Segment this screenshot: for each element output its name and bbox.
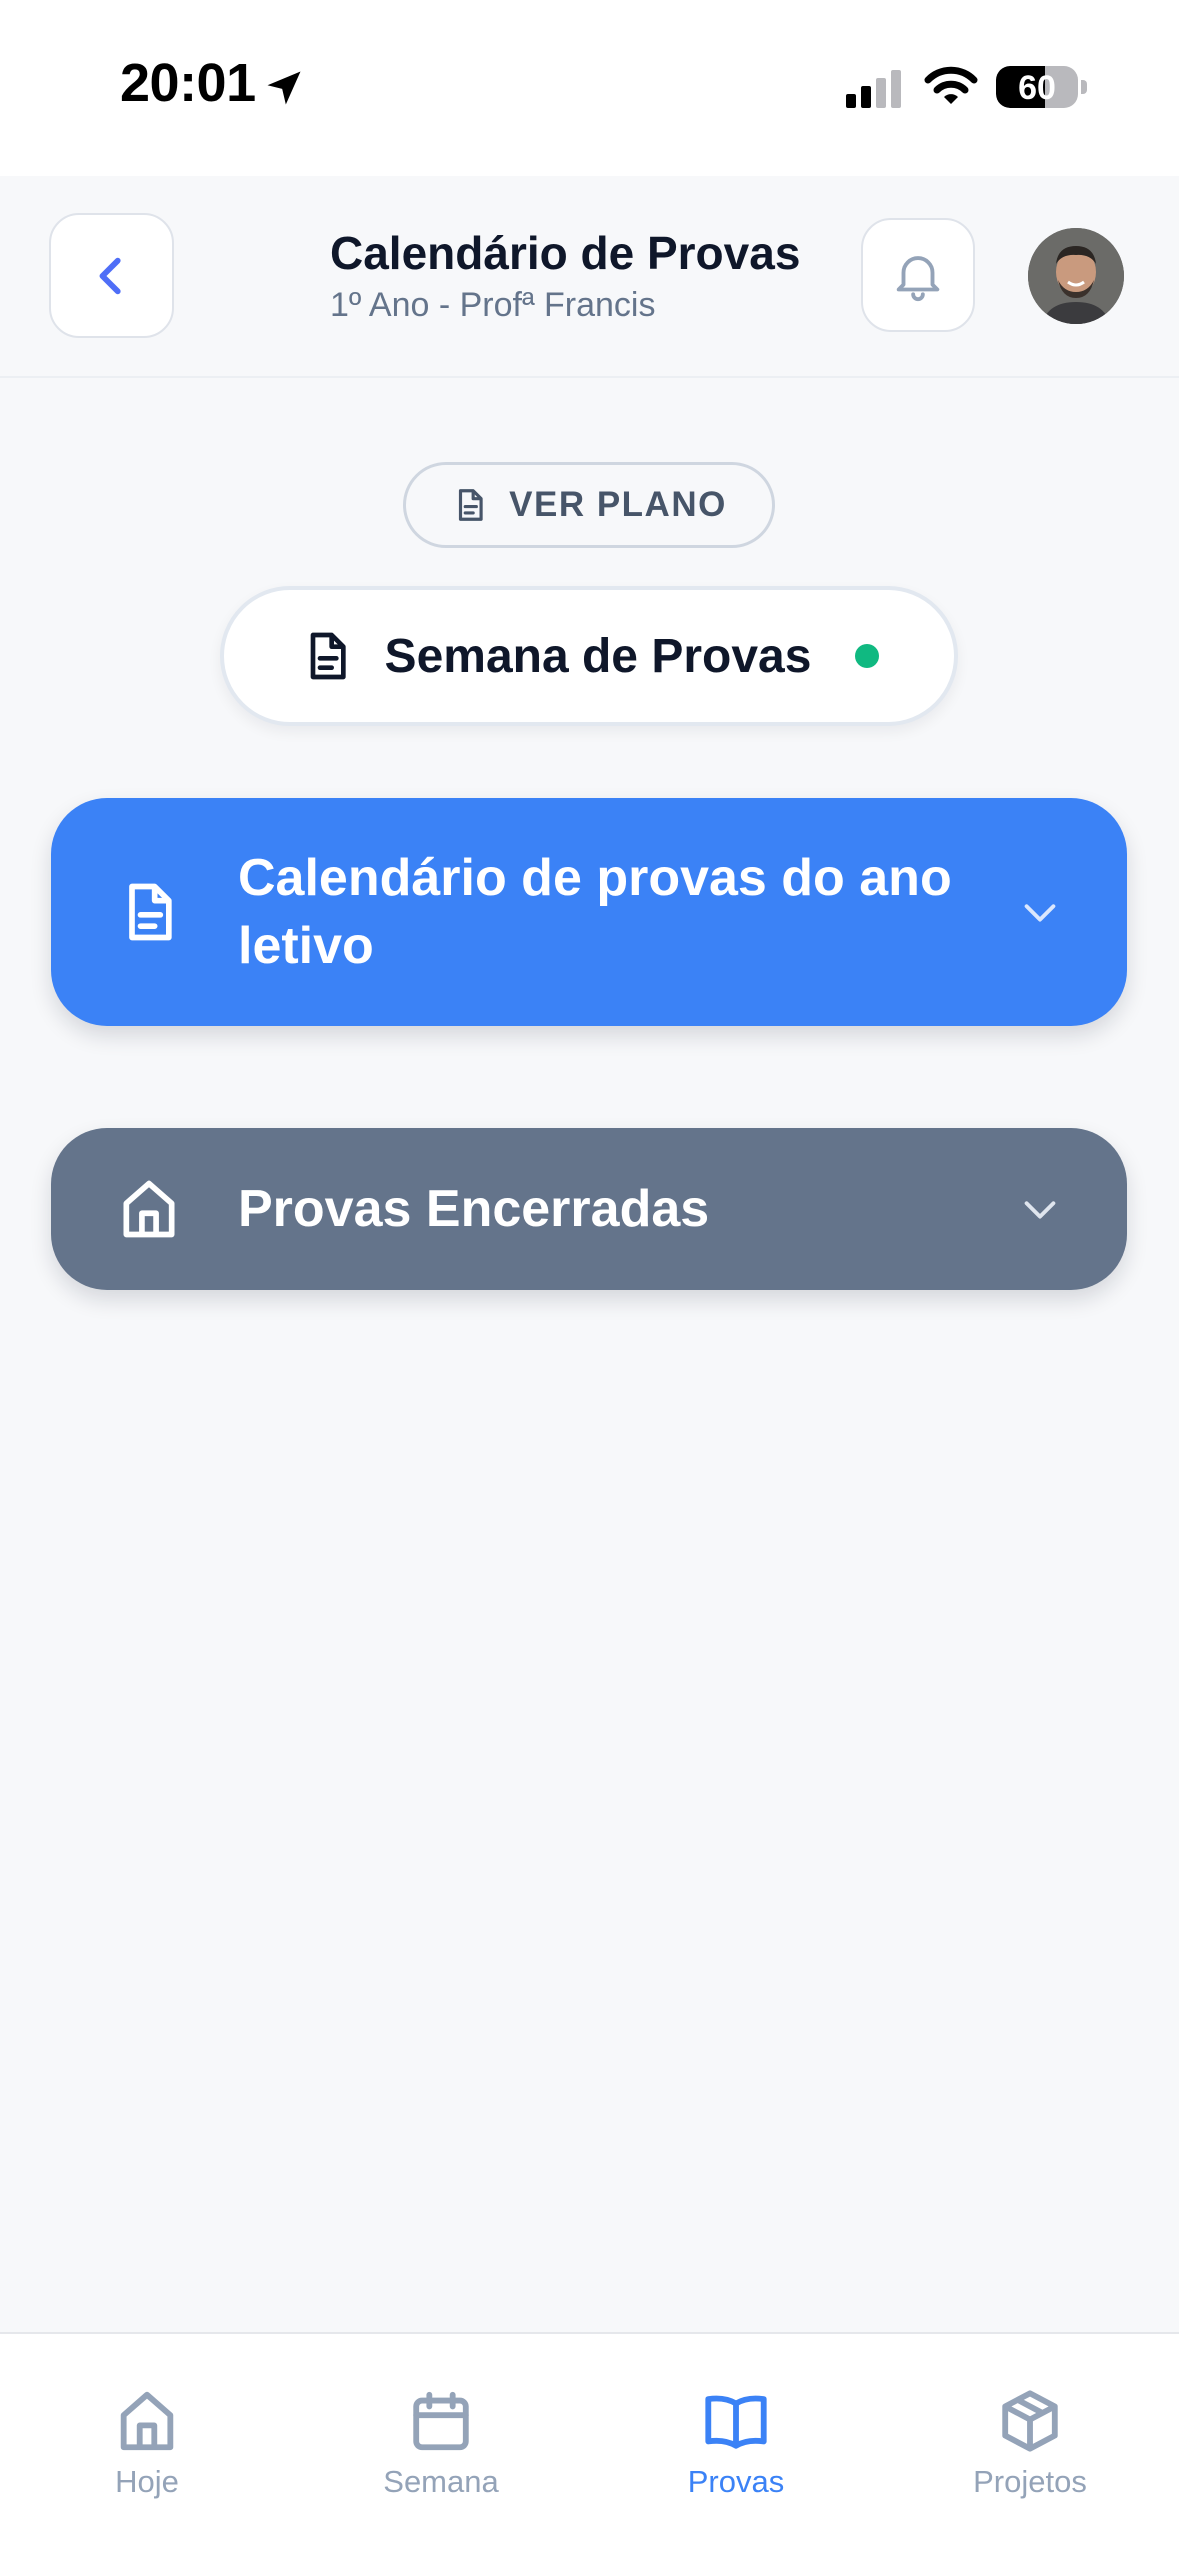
tab-hoje[interactable]: Hoje <box>47 2386 247 2516</box>
tab-projetos[interactable]: Projetos <box>930 2386 1130 2516</box>
back-button[interactable] <box>49 213 174 338</box>
book-open-icon <box>705 2395 767 2449</box>
tab-semana[interactable]: Semana <box>341 2386 541 2516</box>
cellular-signal-icon <box>846 70 901 108</box>
exam-week-pill[interactable]: Semana de Provas <box>220 586 958 726</box>
page-title: Calendário de Provas <box>330 227 801 279</box>
home-icon <box>120 2391 174 2451</box>
tab-label: Semana <box>383 2464 499 2499</box>
section-calendar-year[interactable]: Calendário de provas do ano letivo <box>51 798 1127 1026</box>
notifications-button[interactable] <box>861 218 975 332</box>
chevron-down-icon <box>1024 1201 1056 1219</box>
avatar-photo <box>1028 228 1124 324</box>
document-icon <box>459 489 483 521</box>
status-dot <box>855 644 880 668</box>
section-title: Calendário de provas do ano letivo <box>238 849 952 975</box>
document-icon <box>310 632 346 680</box>
battery-cap <box>1081 80 1087 94</box>
tab-label: Provas <box>687 2464 785 2499</box>
tab-label: Hoje <box>115 2464 179 2499</box>
page-subtitle: 1º Ano - Profª Francis <box>330 286 656 324</box>
section-title: Provas Encerradas <box>238 1180 710 1238</box>
tab-label: Projetos <box>973 2464 1087 2499</box>
location-arrow-icon <box>267 71 301 105</box>
chevron-down-icon <box>1024 904 1056 922</box>
status-bar: 20:01 60 <box>0 0 1179 176</box>
chevron-left-icon <box>99 257 121 294</box>
tab-provas[interactable]: Provas <box>636 2386 836 2516</box>
view-plan-label: VER PLANO <box>509 485 727 524</box>
view-plan-button[interactable]: VER PLANO <box>403 462 775 548</box>
box-icon <box>1002 2390 1058 2452</box>
status-time: 20:01 <box>120 53 256 113</box>
bell-icon <box>896 256 940 302</box>
home-icon <box>123 1180 175 1238</box>
battery-percent: 60 <box>1018 69 1056 107</box>
battery-icon: 60 <box>996 66 1078 108</box>
avatar[interactable] <box>1028 228 1124 324</box>
document-icon <box>129 883 172 941</box>
wifi-icon <box>924 66 978 104</box>
tab-bar: Hoje Semana Provas Projetos <box>0 2332 1179 2556</box>
calendar-icon <box>413 2391 469 2451</box>
header: Calendário de Provas 1º Ano - Profª Fran… <box>0 176 1179 378</box>
exam-week-label: Semana de Provas <box>384 629 812 683</box>
section-closed-exams[interactable]: Provas Encerradas <box>51 1128 1127 1290</box>
